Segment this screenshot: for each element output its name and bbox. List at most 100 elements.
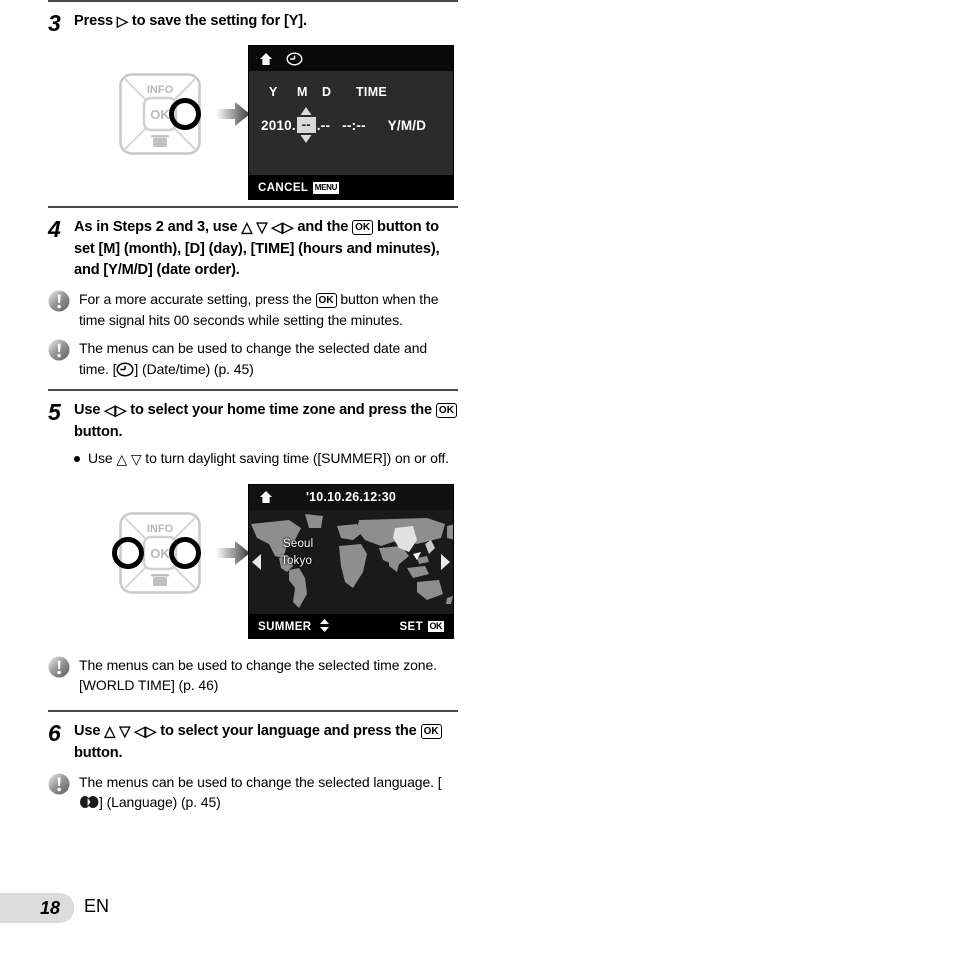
month-field-selected[interactable]: -- <box>296 107 316 143</box>
header-day: D <box>322 85 332 99</box>
step-3-text-a: Press <box>74 13 117 29</box>
caution-icon <box>48 773 70 794</box>
up-down-arrows-icon <box>319 618 329 632</box>
dpad-diagram-step-3: INFO OK <box>119 73 201 155</box>
figure-date-setting: INFO OK Y M D TIME 2010 . -- . -- --: -… <box>48 45 458 200</box>
menu-button-badge: MENU <box>312 182 340 194</box>
bullet-b: to turn daylight saving time ([SUMMER]) … <box>141 450 449 466</box>
up-down-arrows-icon: △ ▽ <box>116 451 142 467</box>
ok-button-icon: OK <box>352 220 374 235</box>
header-time: TIME <box>356 85 388 99</box>
step-3-number: 3 <box>48 10 61 36</box>
note-2-b: ] (Date/time) (p. 45) <box>134 360 254 377</box>
highlight-right-button <box>169 536 201 569</box>
note-1-a: For a more accurate setting, press the <box>79 291 316 307</box>
content-column: 3 Press ▷ to save the setting for [Y]. I… <box>48 0 458 813</box>
date-value-row: 2010. -- . -- --: -- Y/M/D <box>261 107 427 143</box>
lcd-date-screen: Y M D TIME 2010. -- . -- --: -- Y/M/D C… <box>248 45 454 200</box>
step-4-number: 4 <box>48 216 61 242</box>
caution-icon <box>48 339 70 361</box>
home-icon <box>260 52 272 65</box>
value-month: -- <box>301 117 311 132</box>
header-year: Y <box>269 85 278 99</box>
trash-icon <box>151 135 169 147</box>
divider-above-step-3 <box>48 0 458 2</box>
note-accurate-setting-text: For a more accurate setting, press the O… <box>79 289 458 330</box>
cancel-action[interactable]: CANCEL MENU <box>258 178 340 196</box>
up-arrow-icon[interactable] <box>300 107 312 115</box>
note-world-time-menu-text: The menus can be used to change the sele… <box>79 656 437 694</box>
lcd-map-statusbar: '10.10.26.12:30 <box>249 484 453 510</box>
step-5-number: 5 <box>48 399 61 425</box>
map-city-tokyo: Tokyo <box>281 554 313 567</box>
note-world-time-menu: The menus can be used to change the sele… <box>48 655 458 696</box>
value-day: -- <box>320 117 331 133</box>
value-hour: -- <box>342 117 352 133</box>
step-3: 3 Press ▷ to save the setting for [Y]. <box>48 11 458 35</box>
bullet-dot <box>74 456 80 462</box>
step-5-text-a: Use <box>74 402 105 418</box>
set-action[interactable]: SET OK <box>399 617 444 635</box>
language-icon <box>80 796 99 808</box>
note-accurate-setting: For a more accurate setting, press the O… <box>48 289 458 330</box>
step-6-text-b: to select your language and press the <box>156 722 421 739</box>
divider-above-step-4 <box>48 206 458 208</box>
flow-arrow-1 <box>216 101 250 127</box>
note-4-a: The menus can be used to change the sele… <box>79 773 442 790</box>
page-footer: 18 EN <box>0 893 954 927</box>
step-6-text-a: Use <box>74 722 105 739</box>
lcd-date-footer: CANCEL MENU <box>249 175 453 199</box>
lcd-date-body: Y M D TIME 2010. -- . -- --: -- Y/M/D <box>249 71 453 177</box>
date-column-headers: Y M D TIME <box>269 85 387 99</box>
page-language-code: EN <box>84 896 110 916</box>
highlight-right-button <box>169 98 201 130</box>
header-month: M <box>297 85 308 99</box>
lcd-date-statusbar <box>249 46 453 71</box>
ok-button-badge: OK <box>427 620 444 632</box>
highlight-left-button <box>112 536 144 569</box>
dpad-diagram-step-5: INFO OK <box>112 511 201 594</box>
note-language-menu-text: The menus can be used to change the sele… <box>79 772 458 813</box>
divider-above-step-6 <box>48 709 458 712</box>
caution-icon <box>48 656 70 677</box>
down-arrow-icon[interactable] <box>300 135 312 143</box>
bullet-a: Use <box>88 450 117 466</box>
clock-icon <box>116 362 134 376</box>
home-icon <box>260 491 272 503</box>
step-6-text: Use △ ▽ ◁▷ to select your language and p… <box>74 721 458 764</box>
clock-icon <box>286 51 303 66</box>
right-triangle-icon: ▷ <box>116 14 128 30</box>
divider-above-step-5 <box>48 389 458 391</box>
step-3-text-b: to save the setting for [Y]. <box>128 13 307 29</box>
svg-text:INFO: INFO <box>147 523 174 535</box>
world-map: Seoul Tokyo <box>249 509 453 616</box>
left-right-arrows-icon: ◁▷ <box>104 403 127 419</box>
lcd-map-footer: SUMMER SET OK <box>249 613 453 638</box>
summer-label: SUMMER <box>258 620 312 633</box>
svg-text:OK: OK <box>150 107 170 122</box>
page-number-box: 18 <box>0 893 74 923</box>
direction-arrows-icon: △ ▽ ◁▷ <box>241 220 294 236</box>
summer-action[interactable]: SUMMER <box>258 617 329 635</box>
bullet-summer-time-text: Use △ ▽ to turn daylight saving time ([S… <box>88 448 458 470</box>
step-4-text-b: and the <box>293 219 353 235</box>
note-date-time-menu-text: The menus can be used to change the sele… <box>79 338 458 379</box>
step-5-text: Use ◁▷ to select your home time zone and… <box>74 400 458 443</box>
step-5-text-c: button. <box>74 424 123 440</box>
map-next-arrow-icon[interactable] <box>440 553 450 570</box>
trash-icon <box>151 573 169 586</box>
lcd-world-time-screen: '10.10.26.12:30 Seoul Tokyo SUMMER SET O… <box>248 483 454 639</box>
value-date-order: Y/M/D <box>387 117 427 133</box>
step-6-text-c: button. <box>74 744 123 761</box>
bullet-summer-time: Use △ ▽ to turn daylight saving time ([S… <box>48 448 458 470</box>
svg-text:OK: OK <box>150 546 170 561</box>
caution-icon <box>48 290 70 312</box>
cancel-label: CANCEL <box>258 182 309 194</box>
ok-button-icon: OK <box>420 723 442 739</box>
note-language-menu: The menus can be used to change the sele… <box>48 772 458 813</box>
figure-world-time: INFO OK '10.10.26.12:30 Seoul Tokyo SUMM… <box>48 483 458 639</box>
map-prev-arrow-icon[interactable] <box>252 553 262 570</box>
step-4: 4 As in Steps 2 and 3, use △ ▽ ◁▷ and th… <box>48 217 458 281</box>
ok-button-icon: OK <box>435 403 457 418</box>
note-4-b: ] (Language) (p. 45) <box>99 794 221 810</box>
